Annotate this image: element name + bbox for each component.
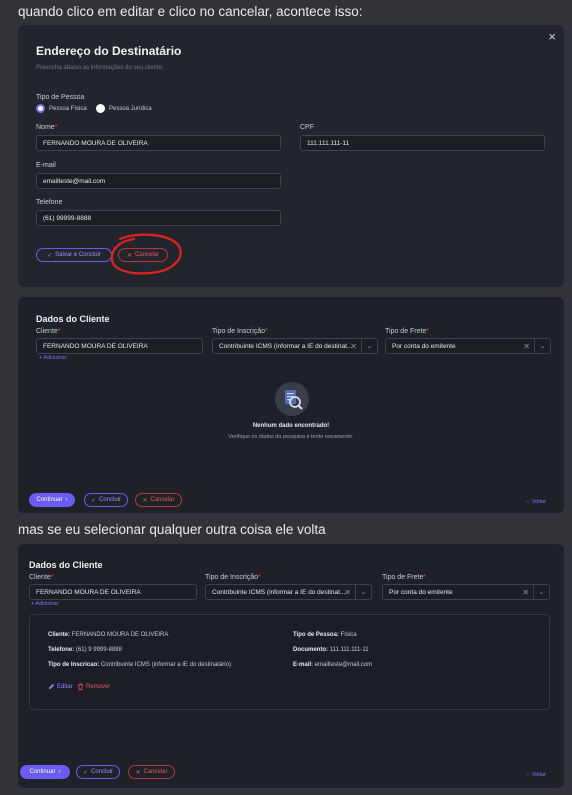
radio-checked-icon	[36, 104, 45, 113]
save-conclude-button[interactable]: ✓ Salvar e Concluir	[36, 248, 112, 262]
frete-label: Tipo de Frete*	[385, 328, 430, 335]
conclude-label: Concluir	[91, 769, 114, 775]
cancel-button[interactable]: ✕ Cancelar	[135, 493, 182, 507]
cancel-button[interactable]: ✕ Cancelar	[128, 765, 175, 779]
summary-cliente: Cliente: FERNANDO MOURA DE OLIVEIRA	[48, 632, 169, 638]
cliente-input[interactable]: FERNANDO MOURA DE OLIVEIRA	[29, 584, 197, 600]
remove-label: Remover	[86, 683, 111, 690]
continue-button[interactable]: Continuar ›	[29, 493, 75, 507]
frete-label: Tipo de Frete*	[382, 574, 427, 581]
email-label: E-mail	[36, 162, 56, 169]
clear-icon[interactable]: ✕	[350, 342, 357, 351]
inscricao-select[interactable]: Contribuinte ICMS (informar a IE do dest…	[212, 338, 378, 354]
empty-state-icon	[275, 382, 309, 416]
remove-link[interactable]: Remover	[77, 683, 110, 690]
empty-text: Verifique os dados da pesquisa e tente n…	[228, 434, 354, 440]
client-data-panel-empty: Dados do Cliente Cliente* FERNANDO MOURA…	[18, 297, 564, 513]
modal-subtitle: Preencha abaixo as informações do seu cl…	[36, 65, 164, 71]
arrow-right-icon: ›	[58, 769, 61, 775]
chevron-left-icon: ‹	[527, 772, 529, 778]
chat-message-1: quando clico em editar e clico no cancel…	[18, 4, 363, 19]
cancel-label: Cancelar	[143, 769, 168, 775]
chevron-down-icon[interactable]: ⌄	[361, 339, 377, 353]
inscricao-value: Contribuinte ICMS (informar a IE do dest…	[212, 588, 346, 596]
email-input[interactable]: emailteste@mail.com	[36, 173, 281, 189]
x-icon: ✕	[135, 769, 141, 776]
cancel-label: Cancelar	[150, 497, 175, 503]
nome-input[interactable]: FERNANDO MOURA DE OLIVEIRA	[36, 135, 281, 151]
x-icon: ✕	[142, 497, 148, 504]
frete-value: Por conta do emitente	[389, 588, 453, 596]
panel-title: Dados do Cliente	[36, 314, 110, 324]
continue-label: Continuar	[36, 497, 63, 503]
radio-pessoa-juridica[interactable]: Pessoa Jurídica	[96, 104, 152, 113]
check-icon: ✓	[47, 252, 53, 259]
telefone-label: Telefone	[36, 199, 63, 206]
cliente-label: Cliente*	[36, 328, 61, 335]
check-icon: ✓	[90, 497, 96, 504]
radio-pessoa-fisica[interactable]: Pessoa Física	[36, 104, 87, 113]
frete-value: Por conta do emitente	[392, 342, 456, 350]
chevron-down-icon[interactable]: ⌄	[355, 585, 371, 599]
trash-icon	[77, 683, 84, 690]
inscricao-label: Tipo de Inscrição*	[205, 574, 261, 581]
chevron-left-icon: ‹	[527, 499, 529, 505]
frete-select[interactable]: Por conta do emitente ✕ ⌄	[382, 584, 550, 600]
tipo-pessoa-label: Tipo de Pessoa	[36, 94, 85, 101]
edit-label: Editar	[57, 683, 73, 690]
inscricao-label: Tipo de Inscrição*	[212, 328, 268, 335]
empty-title: Nenhum dado encontrado!	[252, 423, 330, 429]
chevron-down-icon[interactable]: ⌄	[533, 585, 549, 599]
add-client-link[interactable]: + Adicionar	[31, 601, 58, 607]
close-icon[interactable]: ×	[548, 29, 556, 44]
nome-label: Nome*	[36, 124, 58, 131]
edit-recipient-modal: Endereço do Destinatário Preencha abaixo…	[18, 25, 564, 287]
inscricao-value: Contribuinte ICMS (informar a IE do dest…	[219, 342, 353, 350]
cliente-input[interactable]: FERNANDO MOURA DE OLIVEIRA	[36, 338, 203, 354]
back-label: Voltar	[531, 499, 546, 505]
arrow-right-icon: ›	[65, 497, 68, 503]
chat-message-2: mas se eu selecionar qualquer outra cois…	[18, 522, 326, 537]
summary-documento: Documento: 111.111.111-11	[293, 647, 369, 653]
continue-button[interactable]: Continuar ›	[20, 765, 70, 779]
clear-icon[interactable]: ✕	[523, 342, 530, 351]
cpf-label: CPF	[300, 124, 314, 131]
summary-pessoa: Tipo de Pessoa: Física	[293, 632, 357, 638]
panel-title: Dados do Cliente	[29, 560, 103, 570]
radio-unchecked-icon	[96, 104, 105, 113]
radio-label: Pessoa Física	[49, 105, 87, 112]
summary-inscricao: Tipo de Inscricao: Contribuinte ICMS (in…	[48, 662, 231, 668]
back-label: Voltar	[531, 772, 546, 778]
clear-icon[interactable]: ✕	[344, 588, 351, 597]
conclude-label: Concluir	[99, 497, 122, 503]
summary-telefone: Telefone: (61) 9 9999-8888	[48, 647, 122, 653]
telefone-input[interactable]: (61) 99999-8888	[36, 210, 281, 226]
conclude-button[interactable]: ✓ Concluir	[76, 765, 120, 779]
add-client-link[interactable]: + Adicionar	[39, 355, 66, 361]
cpf-input[interactable]: 111.111.111-11	[300, 135, 545, 151]
save-conclude-label: Salvar e Concluir	[55, 252, 101, 258]
edit-link[interactable]: Editar	[48, 683, 73, 690]
pencil-icon	[48, 683, 55, 690]
client-summary-card: Cliente: FERNANDO MOURA DE OLIVEIRA Tele…	[29, 614, 550, 710]
check-icon: ✓	[82, 769, 88, 776]
modal-title: Endereço do Destinatário	[36, 44, 182, 58]
clear-icon[interactable]: ✕	[522, 588, 529, 597]
chevron-down-icon[interactable]: ⌄	[534, 339, 550, 353]
annotation-circle	[110, 233, 182, 275]
back-link[interactable]: ‹ Voltar	[527, 499, 546, 505]
client-data-panel-filled: Dados do Cliente Cliente* FERNANDO MOURA…	[18, 544, 564, 788]
conclude-button[interactable]: ✓ Concluir	[84, 493, 128, 507]
inscricao-select[interactable]: Contribuinte ICMS (informar a IE do dest…	[205, 584, 372, 600]
summary-email: E-mail: emailteste@mail.com	[293, 662, 373, 668]
frete-select[interactable]: Por conta do emitente ✕ ⌄	[385, 338, 551, 354]
continue-label: Continuar	[29, 769, 56, 775]
radio-label: Pessoa Jurídica	[109, 105, 152, 112]
back-link[interactable]: ‹ Voltar	[527, 772, 546, 778]
cliente-label: Cliente*	[29, 574, 54, 581]
